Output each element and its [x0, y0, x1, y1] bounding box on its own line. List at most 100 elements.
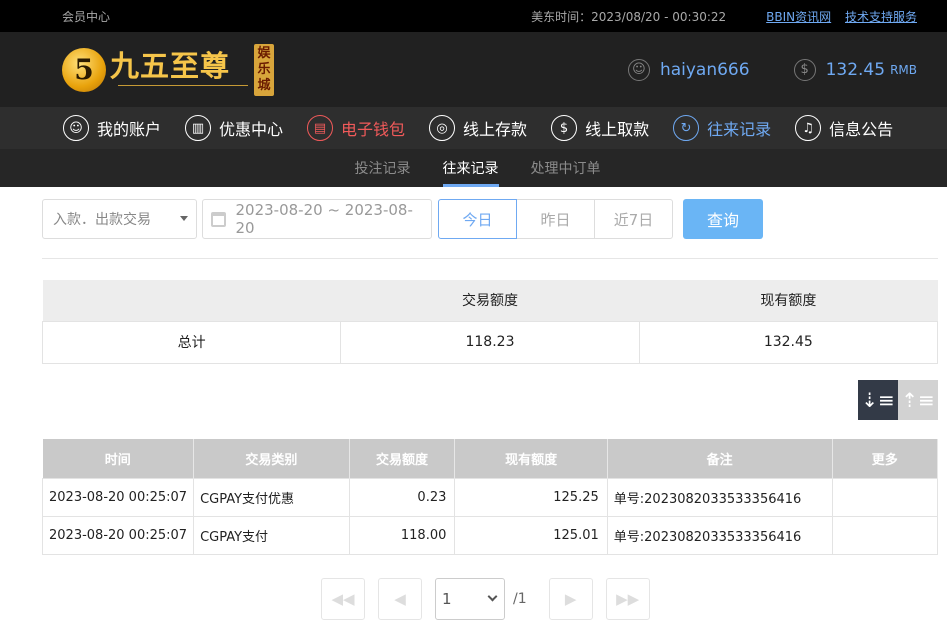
tab-pending-orders[interactable]: 处理中订单	[531, 149, 601, 187]
query-button[interactable]: 查询	[683, 199, 763, 239]
column-header-note[interactable]: 备注	[607, 439, 833, 478]
nav-label: 我的账户	[97, 120, 162, 139]
tab-bet-records[interactable]: 投注记录	[355, 149, 411, 187]
currency-unit: RMB	[890, 62, 917, 77]
logo-tag: 娱乐城	[254, 43, 274, 96]
deposit-icon: ◎	[429, 115, 456, 141]
date-range-value: 2023-08-20 ~ 2023-08-20	[235, 201, 413, 237]
column-header-balance[interactable]: 现有额度	[454, 439, 608, 478]
cell-more[interactable]	[831, 477, 939, 517]
site-logo[interactable]: 5 九五至尊 娱乐城	[62, 43, 274, 96]
transaction-type-select[interactable]: 入款．出款交易	[42, 199, 197, 239]
bbin-news-link[interactable]: BBIN资讯网	[766, 10, 831, 24]
table-row: 2023-08-20 00:25:07 CGPAY支付优惠 0.23 125.2…	[41, 477, 939, 517]
transactions-table: 时间 交易类别 交易额度 现有额度 备注 更多 2023-08-20 00:25…	[41, 439, 939, 555]
user-avatar-icon: ☺	[627, 58, 650, 81]
transaction-type-value: 入款．出款交易	[53, 212, 151, 228]
eastern-time-clock: 美东时间：2023/08/20 - 00:30:22	[531, 9, 727, 24]
table-header-row: 时间 交易类别 交易额度 现有额度 备注 更多	[42, 439, 939, 478]
last-7-days-button[interactable]: 近7日	[594, 199, 673, 239]
withdraw-icon: $	[551, 115, 578, 141]
sort-ascending-icon[interactable]: ⇡≡	[898, 380, 938, 420]
sub-nav: 投注记录 往来记录 处理中订单	[0, 149, 947, 187]
sort-descending-icon[interactable]: ⇣≡	[858, 380, 898, 420]
cell-type: CGPAY支付	[193, 515, 350, 555]
logo-ornament	[118, 84, 248, 91]
nav-my-account[interactable]: ☺ 我的账户	[63, 115, 161, 141]
page-select-value: 1	[442, 590, 452, 608]
next-page-icon[interactable]: ▶	[548, 578, 593, 620]
main-nav: ☺ 我的账户 ▥ 优惠中心 ▤ 电子钱包 ◎ 线上存款 $ 线上取款 ↻ 往来记…	[0, 107, 947, 149]
bell-icon: ♫	[795, 115, 822, 141]
nav-label: 往来记录	[707, 120, 772, 139]
nav-label: 线上取款	[585, 120, 650, 139]
summary-current-balance: 132.45	[638, 320, 939, 364]
cell-note: 单号:2023082033533356416	[606, 477, 833, 517]
user-account[interactable]: ☺ haiyan666	[627, 58, 750, 81]
column-header-time[interactable]: 时间	[42, 439, 195, 478]
top-bar: 会员中心 美东时间：2023/08/20 - 00:30:22 BBIN资讯网 …	[0, 0, 947, 32]
divider	[42, 258, 938, 259]
username: haiyan666	[659, 59, 750, 80]
summary-header-row: 交易额度 现有额度	[42, 280, 938, 321]
quick-range-group: 今日 昨日 近7日	[438, 199, 673, 239]
column-header-type[interactable]: 交易类别	[193, 439, 350, 478]
summary-header: 交易额度	[340, 280, 640, 321]
balance-amount: 132.45	[825, 59, 886, 80]
cell-amount: 118.00	[348, 515, 456, 555]
logo-title: 九五至尊	[110, 48, 231, 83]
nav-announcements[interactable]: ♫ 信息公告	[795, 115, 893, 141]
cell-amount: 0.23	[348, 477, 456, 517]
chevron-down-icon	[487, 591, 498, 602]
pagination: ◀◀ ◀ 1 /1 ▶ ▶▶	[321, 578, 663, 620]
cell-type: CGPAY支付优惠	[193, 477, 350, 517]
first-page-icon[interactable]: ◀◀	[321, 578, 365, 620]
records-icon: ↻	[673, 115, 700, 141]
nav-label: 信息公告	[829, 120, 894, 139]
nav-label: 优惠中心	[219, 120, 284, 139]
cell-note: 单号:2023082033533356416	[606, 515, 833, 555]
table-row: 2023-08-20 00:25:07 CGPAY支付 118.00 125.0…	[41, 515, 939, 555]
dollar-icon: $	[793, 58, 816, 81]
summary-header: 现有额度	[639, 280, 938, 321]
gift-icon: ▥	[185, 115, 212, 141]
nav-withdraw[interactable]: $ 线上取款	[551, 115, 649, 141]
today-button[interactable]: 今日	[438, 199, 517, 239]
cell-time: 2023-08-20 00:25:07	[41, 477, 195, 517]
cell-balance: 125.25	[454, 477, 608, 517]
summary-table: 交易额度 现有额度 总计 118.23 132.45	[41, 280, 939, 364]
column-header-amount[interactable]: 交易额度	[349, 439, 456, 478]
balance-display: $ 132.45 RMB	[793, 58, 917, 81]
filter-bar: 入款．出款交易 2023-08-20 ~ 2023-08-20 今日 昨日 近7…	[42, 199, 763, 239]
user-icon: ☺	[63, 115, 89, 141]
date-range-picker[interactable]: 2023-08-20 ~ 2023-08-20	[202, 199, 432, 239]
logo-badge-icon: 5	[62, 47, 106, 92]
page-total: /1	[513, 591, 527, 607]
cell-balance: 125.01	[454, 515, 608, 555]
yesterday-button[interactable]: 昨日	[516, 199, 595, 239]
last-page-icon[interactable]: ▶▶	[605, 578, 650, 620]
cell-more[interactable]	[831, 515, 939, 555]
sort-toggle: ⇣≡ ⇡≡	[858, 380, 938, 420]
summary-transaction-amount: 118.23	[340, 320, 640, 364]
nav-label: 线上存款	[463, 120, 528, 139]
member-center-label: 会员中心	[62, 9, 111, 24]
column-header-more[interactable]: 更多	[832, 439, 939, 478]
chevron-down-icon	[180, 216, 188, 221]
cell-time: 2023-08-20 00:25:07	[41, 515, 195, 555]
calendar-icon	[211, 211, 226, 227]
header: 5 九五至尊 娱乐城 ☺ haiyan666 $ 132.45 RMB	[0, 32, 947, 107]
nav-deposit[interactable]: ◎ 线上存款	[429, 115, 527, 141]
page-select[interactable]: 1	[435, 578, 505, 620]
nav-records[interactable]: ↻ 往来记录	[673, 115, 771, 141]
wallet-icon: ▤	[307, 115, 334, 141]
nav-promotions[interactable]: ▥ 优惠中心	[185, 115, 283, 141]
nav-e-wallet[interactable]: ▤ 电子钱包	[307, 115, 405, 141]
summary-row: 总计 118.23 132.45	[41, 320, 939, 364]
summary-total-label: 总计	[41, 320, 342, 364]
summary-header	[42, 280, 341, 321]
nav-label: 电子钱包	[341, 120, 406, 139]
tab-transaction-records[interactable]: 往来记录	[442, 149, 499, 187]
tech-support-link[interactable]: 技术支持服务	[845, 10, 917, 24]
prev-page-icon[interactable]: ◀	[378, 578, 422, 620]
